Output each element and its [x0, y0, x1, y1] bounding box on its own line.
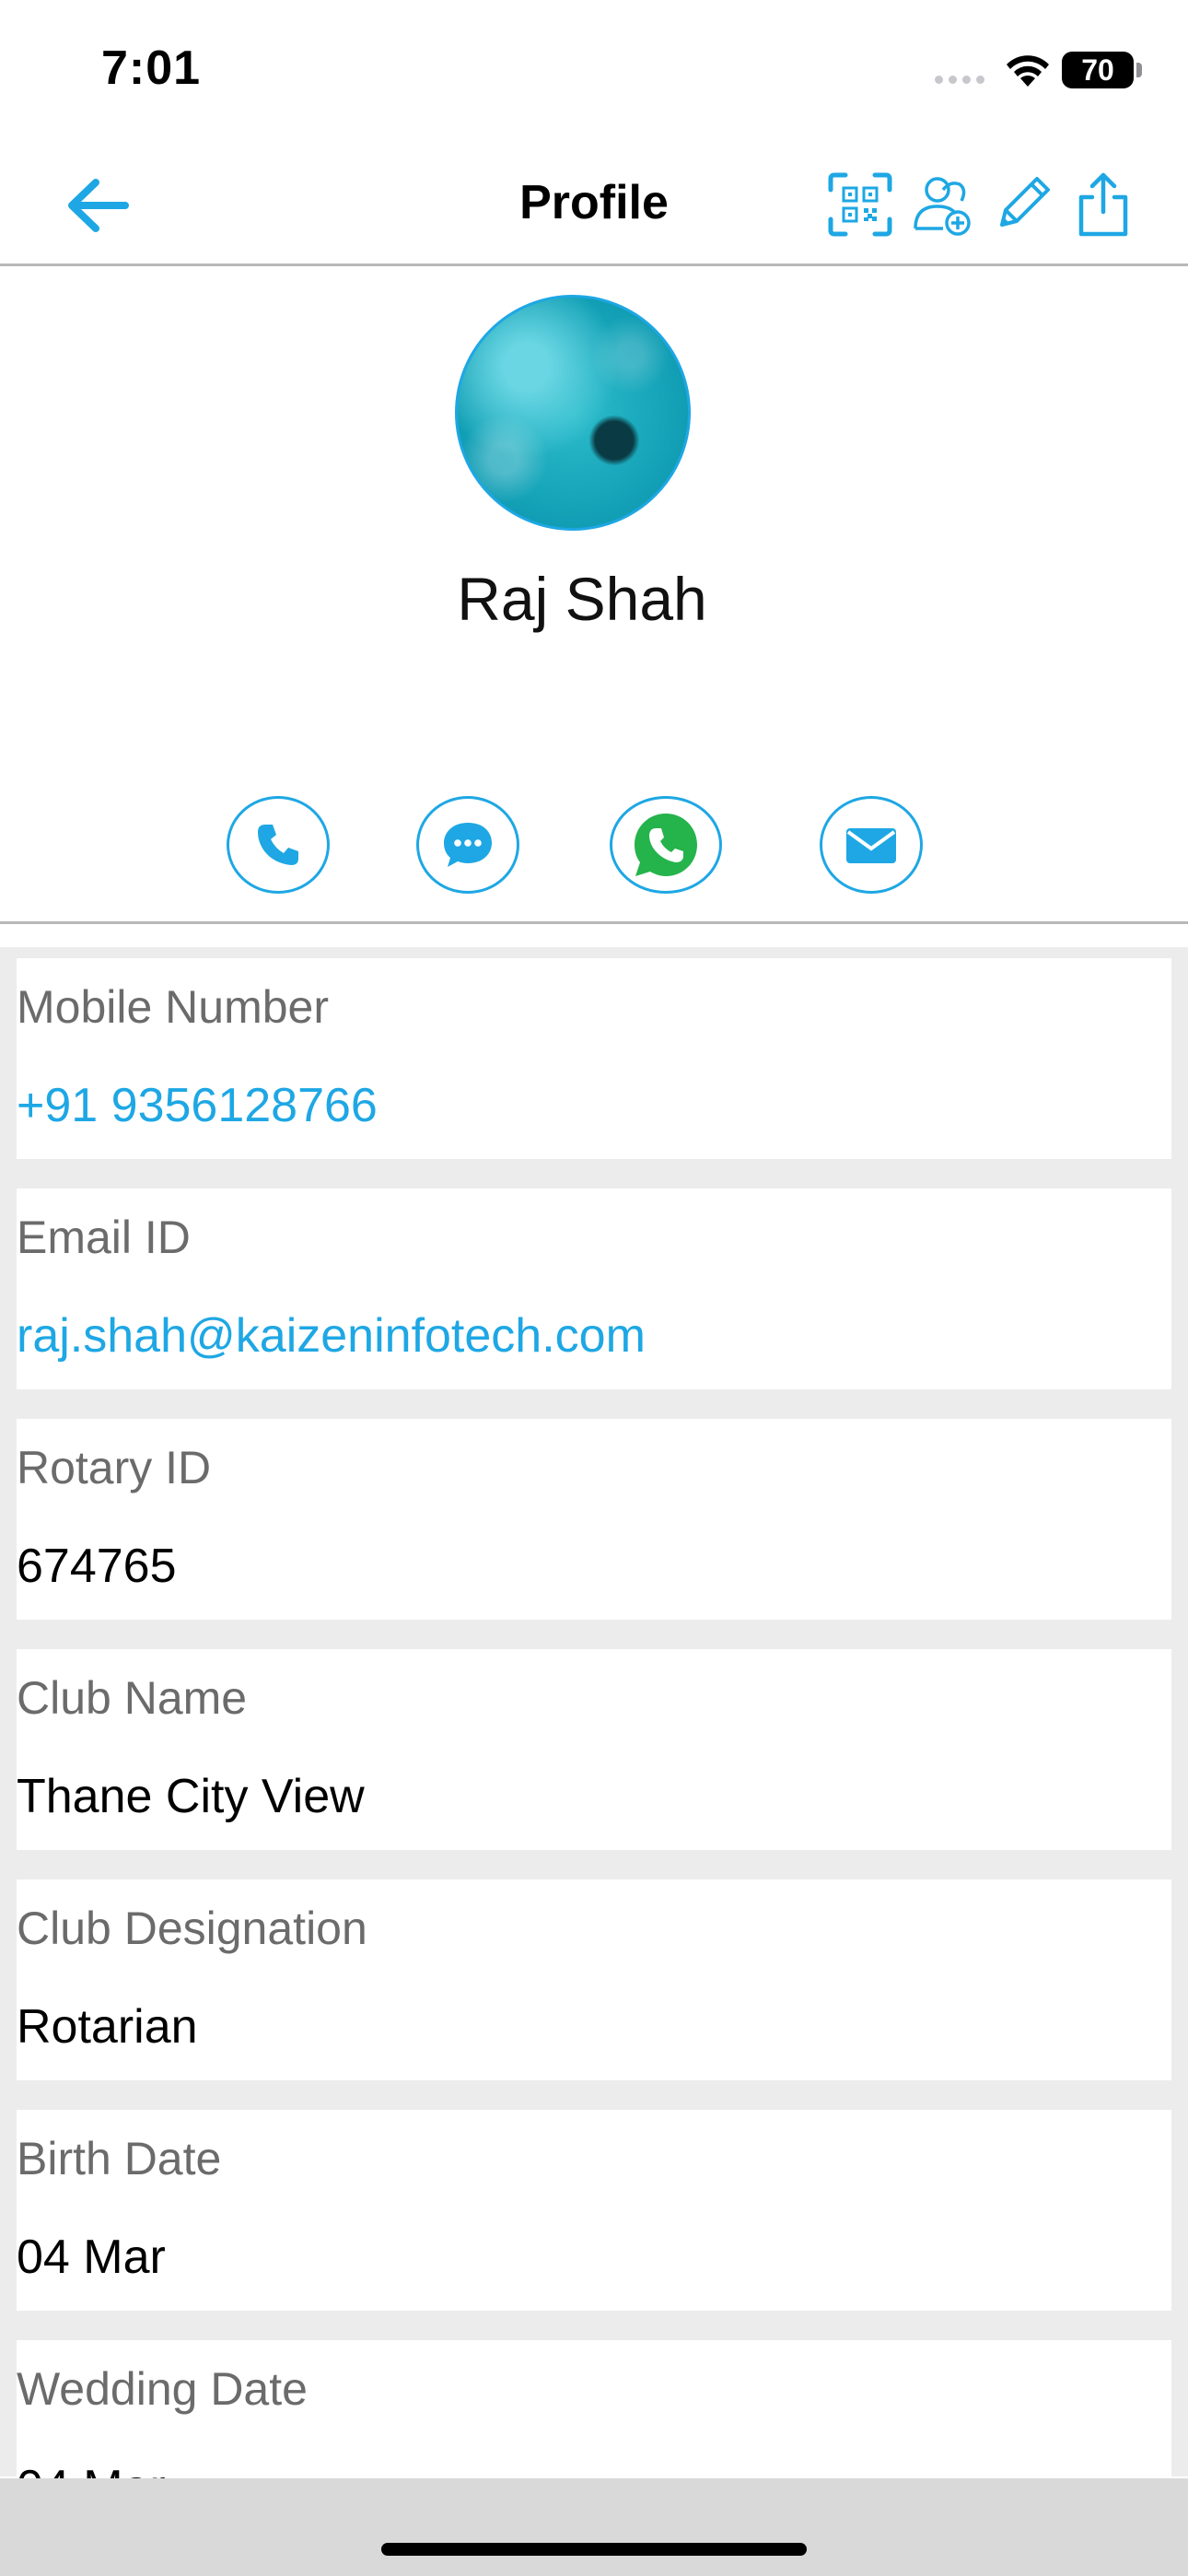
field-label: Email ID	[17, 1212, 191, 1263]
wifi-icon	[1007, 55, 1049, 87]
email-button[interactable]	[820, 796, 923, 894]
add-user-icon[interactable]	[906, 170, 976, 240]
field-value: Rotarian	[17, 2000, 198, 2054]
battery-cap	[1136, 63, 1142, 77]
home-indicator[interactable]	[381, 2543, 807, 2556]
field-label: Rotary ID	[17, 1442, 212, 1493]
field-club-designation: Club Designation Rotarian	[17, 1879, 1171, 2080]
email-link[interactable]: raj.shah@kaizeninfotech.com	[17, 1308, 646, 1364]
field-club-name: Club Name Thane City View	[17, 1649, 1171, 1850]
field-label: Birth Date	[17, 2133, 222, 2184]
field-label: Mobile Number	[17, 981, 330, 1033]
field-label: Club Name	[17, 1672, 248, 1724]
message-icon	[444, 823, 492, 867]
status-time: 7:01	[101, 41, 202, 95]
home-indicator-area	[0, 2478, 1188, 2576]
call-button[interactable]	[227, 796, 330, 894]
field-label: Club Designation	[17, 1903, 367, 1954]
battery-level: 70	[1081, 53, 1114, 87]
field-value: Thane City View	[17, 1770, 365, 1823]
field-value: 04 Mar	[17, 2231, 166, 2284]
status-bar: 7:01 70	[0, 0, 1188, 138]
phone-icon	[258, 825, 298, 865]
mobile-number-link[interactable]: +91 9356128766	[17, 1078, 378, 1133]
profile-details-list: Mobile Number +91 9356128766 Email ID ra…	[0, 947, 1188, 2541]
mail-icon	[846, 828, 896, 863]
battery-icon: 70	[1062, 52, 1134, 88]
field-rotary-id: Rotary ID 674765	[17, 1419, 1171, 1620]
field-birth-date: Birth Date 04 Mar	[17, 2110, 1171, 2311]
qr-scan-icon[interactable]	[825, 170, 895, 240]
contact-actions	[0, 796, 1188, 899]
field-email-id[interactable]: Email ID raj.shah@kaizeninfotech.com	[17, 1188, 1171, 1389]
profile-name: Raj Shah	[457, 565, 707, 633]
avatar[interactable]	[455, 295, 691, 531]
message-button[interactable]	[416, 796, 519, 894]
share-icon[interactable]	[1068, 170, 1138, 240]
field-mobile-number[interactable]: Mobile Number +91 9356128766	[17, 958, 1171, 1159]
whatsapp-icon	[635, 814, 697, 876]
field-value: 674765	[17, 1540, 177, 1593]
header-divider	[0, 921, 1188, 924]
whatsapp-button[interactable]	[610, 796, 722, 894]
pencil-icon[interactable]	[987, 170, 1057, 240]
cellular-signal-icon	[935, 76, 984, 84]
navigation-bar: Profile	[0, 147, 1188, 266]
back-arrow-icon[interactable]	[61, 173, 134, 238]
field-label: Wedding Date	[17, 2363, 308, 2415]
